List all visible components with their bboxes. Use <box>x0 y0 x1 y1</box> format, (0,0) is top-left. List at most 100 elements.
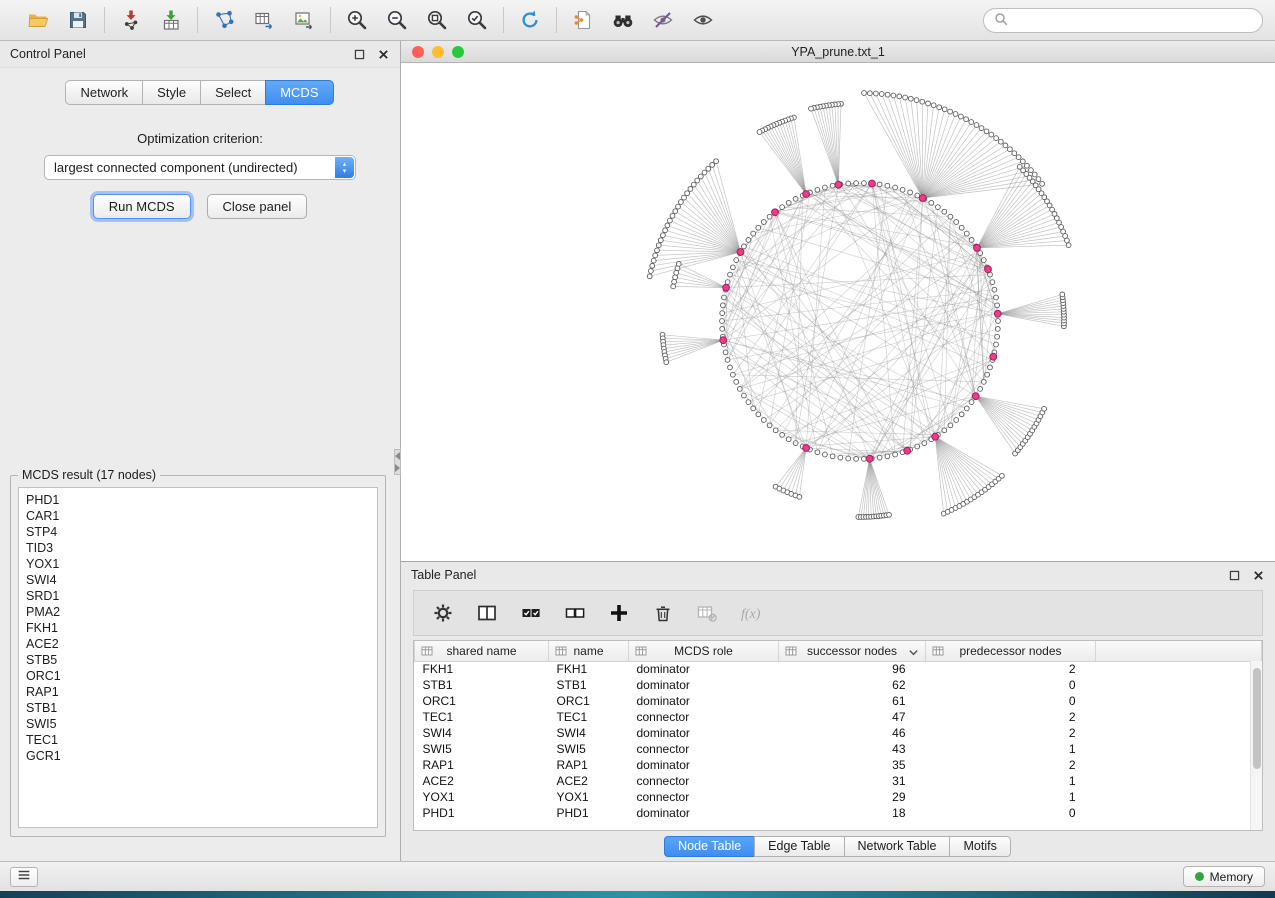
column-header-name[interactable]: name <box>549 641 629 661</box>
mcds-result-item[interactable]: SWI4 <box>26 572 370 588</box>
network-node[interactable] <box>691 182 696 187</box>
network-node[interactable] <box>1020 159 1025 164</box>
column-header-shared-name[interactable]: shared name <box>415 641 549 661</box>
network-node[interactable] <box>885 92 890 97</box>
network-node[interactable] <box>942 107 947 112</box>
network-node[interactable] <box>1000 473 1005 478</box>
close-window-icon[interactable] <box>412 46 424 58</box>
network-node[interactable] <box>756 225 761 230</box>
network-node[interactable] <box>673 275 678 280</box>
network-node[interactable] <box>995 334 1000 339</box>
network-node[interactable] <box>746 238 751 243</box>
network-hub-node[interactable] <box>972 393 979 400</box>
network-node[interactable] <box>937 105 942 110</box>
mcds-result-item[interactable]: TID3 <box>26 540 370 556</box>
mcds-result-item[interactable]: FKH1 <box>26 620 370 636</box>
select-all-icon[interactable] <box>518 600 544 626</box>
columns-icon[interactable] <box>474 600 500 626</box>
network-node[interactable] <box>651 258 656 263</box>
table-row[interactable]: TEC1TEC1connector472 <box>415 709 1262 725</box>
network-node[interactable] <box>710 163 715 168</box>
network-node[interactable] <box>978 387 983 392</box>
network-node[interactable] <box>1008 147 1013 152</box>
gear-icon[interactable] <box>430 600 456 626</box>
network-node[interactable] <box>767 423 772 428</box>
network-node[interactable] <box>786 437 791 442</box>
network-node[interactable] <box>720 327 725 332</box>
network-node[interactable] <box>854 457 859 462</box>
network-node[interactable] <box>725 358 730 363</box>
export-table-icon[interactable] <box>250 6 278 34</box>
network-node[interactable] <box>731 372 736 377</box>
network-node[interactable] <box>823 185 828 190</box>
network-node[interactable] <box>984 129 989 134</box>
network-node[interactable] <box>761 220 766 225</box>
network-node[interactable] <box>688 187 693 192</box>
mcds-result-item[interactable]: ACE2 <box>26 636 370 652</box>
deselect-all-icon[interactable] <box>562 600 588 626</box>
network-node[interactable] <box>673 209 678 214</box>
export-image-icon[interactable] <box>290 6 318 34</box>
network-hub-node[interactable] <box>932 433 939 440</box>
network-node[interactable] <box>996 319 1001 324</box>
table-row[interactable]: SWI5SWI5connector431 <box>415 741 1262 757</box>
tab-mcds[interactable]: MCDS <box>265 80 333 105</box>
mcds-result-item[interactable]: RAP1 <box>26 684 370 700</box>
network-node[interactable] <box>1025 163 1030 168</box>
delete-row-icon[interactable] <box>650 600 676 626</box>
network-node[interactable] <box>908 190 913 195</box>
network-node[interactable] <box>674 270 679 275</box>
network-node[interactable] <box>830 183 835 188</box>
network-hub-node[interactable] <box>723 284 730 291</box>
network-node[interactable] <box>959 412 964 417</box>
column-header-successor-nodes[interactable]: successor nodes <box>779 641 926 661</box>
run-mcds-button[interactable]: Run MCDS <box>93 194 191 219</box>
show-panels-button[interactable] <box>10 867 38 887</box>
network-node[interactable] <box>948 109 953 114</box>
network-node[interactable] <box>780 433 785 438</box>
mcds-result-item[interactable]: TEC1 <box>26 732 370 748</box>
network-node[interactable] <box>1032 172 1037 177</box>
network-node[interactable] <box>793 197 798 202</box>
network-node[interactable] <box>661 233 666 238</box>
network-node[interactable] <box>900 187 905 192</box>
export-network-icon[interactable] <box>210 6 238 34</box>
network-node[interactable] <box>786 200 791 205</box>
network-node[interactable] <box>720 311 725 316</box>
network-node[interactable] <box>893 452 898 457</box>
add-row-icon[interactable] <box>606 600 632 626</box>
network-node[interactable] <box>877 455 882 460</box>
search-input[interactable] <box>1014 13 1253 27</box>
network-node[interactable] <box>954 220 959 225</box>
table-row[interactable]: FKH1FKH1dominator962 <box>415 661 1262 677</box>
zoom-fit-icon[interactable] <box>423 6 451 34</box>
optimization-criterion-select[interactable]: largest connected component (undirected)… <box>44 155 356 180</box>
mcds-result-item[interactable]: YOX1 <box>26 556 370 572</box>
scrollbar-thumb[interactable] <box>1253 668 1261 769</box>
search-network-icon[interactable] <box>609 6 637 34</box>
network-node[interactable] <box>974 123 979 128</box>
network-node[interactable] <box>650 263 655 268</box>
network-node[interactable] <box>915 444 920 449</box>
network-node[interactable] <box>746 400 751 405</box>
close-panel-icon[interactable] <box>1251 568 1265 582</box>
network-node[interactable] <box>885 454 890 459</box>
network-node[interactable] <box>893 185 898 190</box>
expand-right-icon[interactable] <box>395 464 400 472</box>
mcds-result-item[interactable]: CAR1 <box>26 508 370 524</box>
network-node[interactable] <box>994 342 999 347</box>
network-node[interactable] <box>964 231 969 236</box>
network-node[interactable] <box>868 91 873 96</box>
network-hub-node[interactable] <box>990 353 997 360</box>
network-node[interactable] <box>698 174 703 179</box>
network-node[interactable] <box>931 103 936 108</box>
close-panel-button[interactable]: Close panel <box>207 194 308 219</box>
float-panel-icon[interactable] <box>352 47 366 61</box>
network-node[interactable] <box>737 387 742 392</box>
panel-splitter[interactable] <box>394 449 401 475</box>
network-node[interactable] <box>920 99 925 104</box>
network-node[interactable] <box>995 303 1000 308</box>
network-node[interactable] <box>656 243 661 248</box>
network-node[interactable] <box>714 159 719 164</box>
network-node[interactable] <box>877 182 882 187</box>
